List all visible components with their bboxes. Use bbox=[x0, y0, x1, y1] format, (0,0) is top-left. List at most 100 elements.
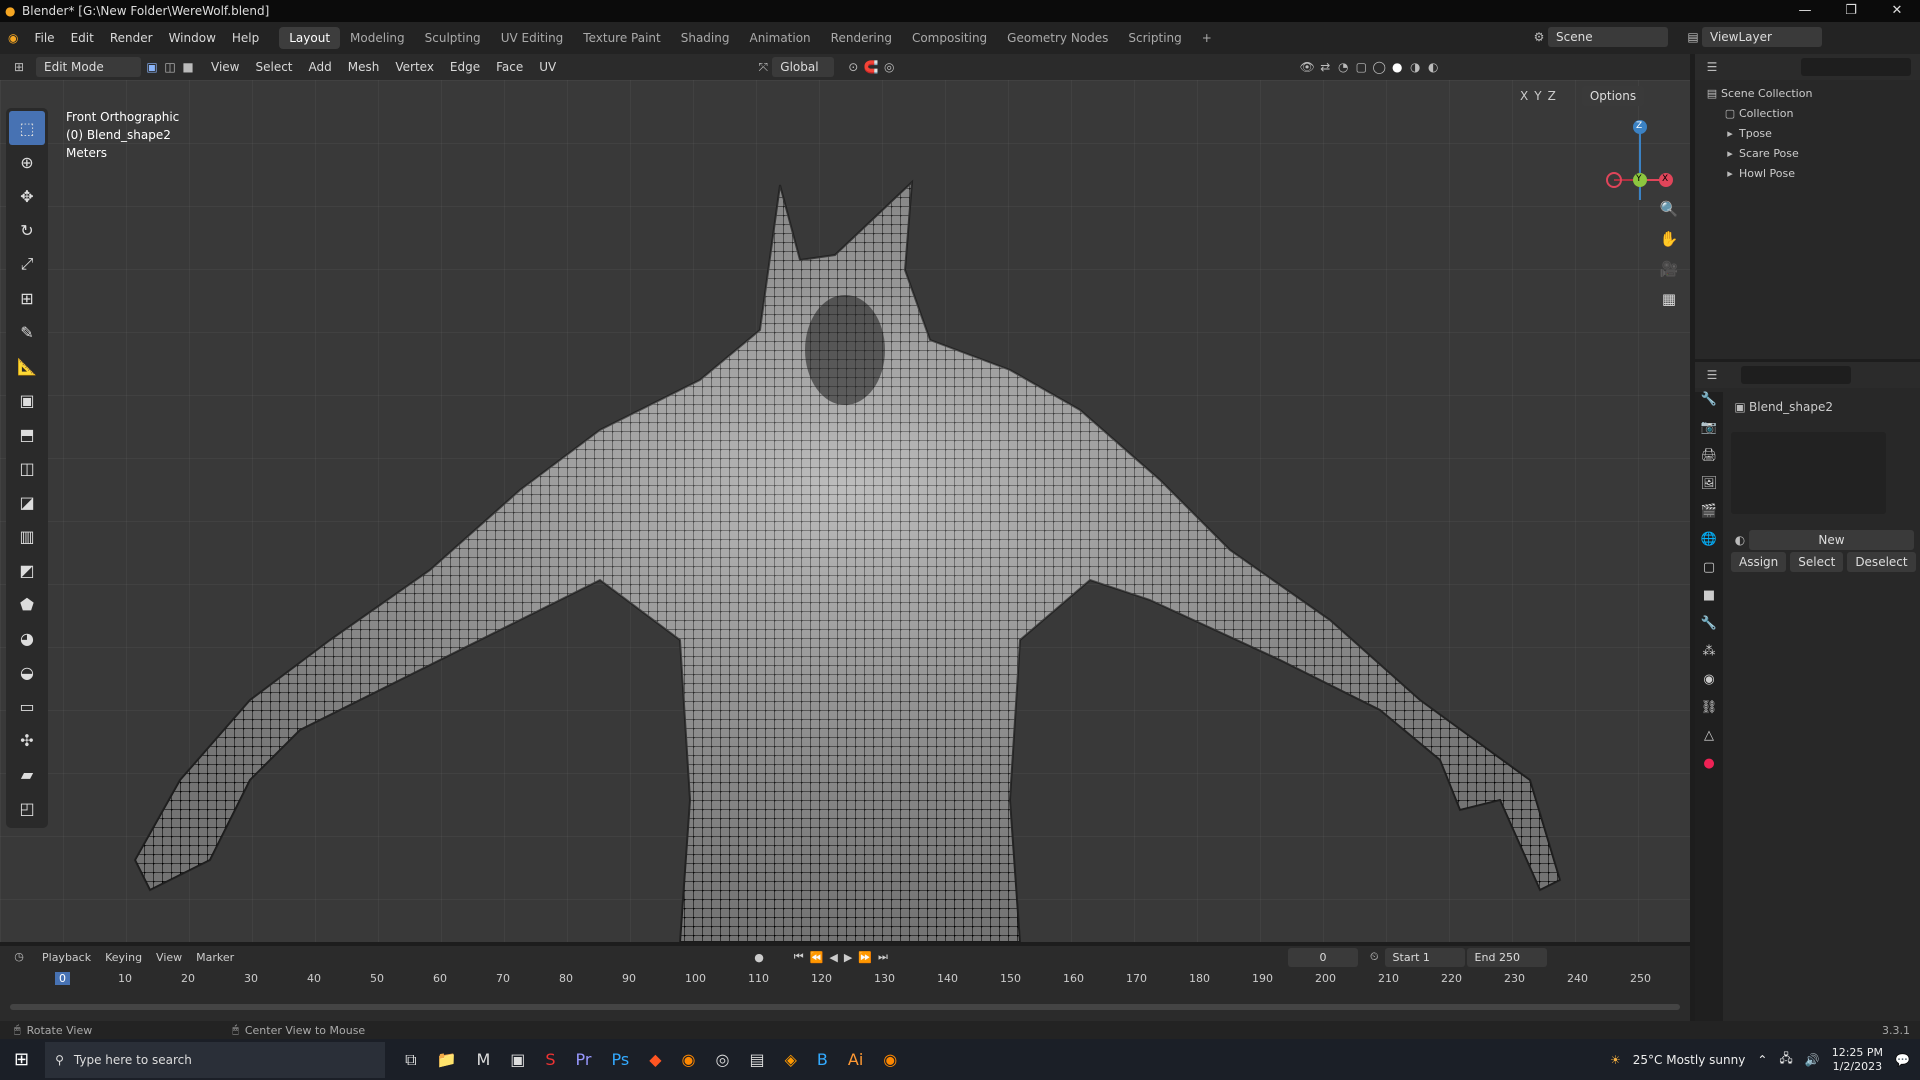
orientation-selector[interactable]: Global bbox=[772, 57, 835, 77]
mirror-z-toggle[interactable]: Z bbox=[1548, 89, 1556, 103]
clock[interactable]: 12:25 PM 1/2/2023 bbox=[1832, 1046, 1883, 1074]
tab-geometry-nodes[interactable]: Geometry Nodes bbox=[997, 27, 1118, 49]
data-tab-icon[interactable]: △ bbox=[1695, 728, 1723, 756]
photoshop-icon[interactable]: Ps bbox=[612, 1050, 630, 1069]
visibility-icon[interactable]: 👁 bbox=[1298, 58, 1316, 76]
proportional-edit-icon[interactable]: ◎ bbox=[880, 58, 898, 76]
current-frame-field[interactable]: 0 bbox=[1287, 947, 1358, 967]
tab-layout[interactable]: Layout bbox=[279, 27, 341, 49]
timeline-view-menu[interactable]: View bbox=[156, 951, 182, 964]
render-tab-icon[interactable]: 📷 bbox=[1695, 420, 1723, 448]
vp-menu-edge[interactable]: Edge bbox=[442, 60, 488, 74]
3d-viewport[interactable]: ⬚ ⊕ ✥ ↻ ⤢ ⊞ ✎ 📐 ▣ ⬒ ◫ ◪ ▥ ◩ ⬟ ◕ ◒ ▭ ✣ ▰ … bbox=[0, 80, 1690, 942]
close-button[interactable]: ✕ bbox=[1874, 0, 1920, 22]
add-workspace-button[interactable]: + bbox=[1192, 27, 1222, 49]
tab-sculpting[interactable]: Sculpting bbox=[415, 27, 491, 49]
blender-app-icon[interactable]: ◉ bbox=[682, 1050, 696, 1069]
pivot-icon[interactable]: ⊙ bbox=[844, 58, 862, 76]
vp-menu-uv[interactable]: UV bbox=[531, 60, 564, 74]
world-tab-icon[interactable]: 🌐 bbox=[1695, 532, 1723, 560]
app-photo-icon[interactable]: ▣ bbox=[510, 1050, 525, 1069]
outliner-item-scare-pose[interactable]: ▸ Scare Pose bbox=[1703, 144, 1912, 164]
mirror-x-toggle[interactable]: X bbox=[1520, 89, 1528, 103]
keying-menu[interactable]: Keying bbox=[105, 951, 142, 964]
menu-help[interactable]: Help bbox=[224, 31, 267, 45]
tab-rendering[interactable]: Rendering bbox=[821, 27, 902, 49]
select-button[interactable]: Select bbox=[1790, 552, 1844, 572]
navigation-gizmo[interactable]: Z Y X bbox=[1600, 110, 1680, 206]
network-icon[interactable]: 🖧 bbox=[1779, 1049, 1792, 1070]
play-reverse-icon[interactable]: ◀ bbox=[829, 951, 837, 964]
next-keyframe-icon[interactable]: ⏩ bbox=[858, 951, 872, 964]
end-frame-field[interactable]: End 250 bbox=[1466, 947, 1547, 967]
pan-hand-icon[interactable]: ✋ bbox=[1655, 230, 1683, 260]
tab-animation[interactable]: Animation bbox=[739, 27, 820, 49]
taskbar-search-box[interactable]: ⚲ Type here to search bbox=[45, 1041, 386, 1078]
face-select-icon[interactable]: ■ bbox=[179, 58, 197, 76]
tab-modeling[interactable]: Modeling bbox=[340, 27, 415, 49]
minimize-button[interactable]: — bbox=[1782, 0, 1828, 22]
outliner-item-tpose[interactable]: ▸ Tpose bbox=[1703, 124, 1912, 144]
play-icon[interactable]: ▶ bbox=[844, 951, 852, 964]
grid-ortho-icon[interactable]: ▦ bbox=[1655, 290, 1683, 320]
scene-tab-icon[interactable]: 🎬 bbox=[1695, 504, 1723, 532]
menu-window[interactable]: Window bbox=[161, 31, 224, 45]
prev-keyframe-icon[interactable]: ⏪ bbox=[810, 951, 824, 964]
zoom-icon[interactable]: 🔍 bbox=[1655, 200, 1683, 230]
gizmo-toggle-icon[interactable]: ⇄ bbox=[1316, 58, 1334, 76]
volume-icon[interactable]: 🔊 bbox=[1805, 1053, 1820, 1067]
app-s-icon[interactable]: S bbox=[545, 1050, 555, 1069]
vp-menu-view[interactable]: View bbox=[203, 60, 247, 74]
jump-end-icon[interactable]: ⏭ bbox=[878, 950, 888, 964]
record-icon[interactable]: ● bbox=[754, 951, 764, 964]
properties-type-icon[interactable]: ☰ bbox=[1703, 366, 1721, 384]
material-tab-icon[interactable]: ● bbox=[1695, 756, 1723, 784]
edge-select-icon[interactable]: ◫ bbox=[161, 58, 179, 76]
playback-menu[interactable]: Playback bbox=[42, 951, 91, 964]
blender-active-icon[interactable]: ◉ bbox=[883, 1050, 897, 1069]
material-shading-icon[interactable]: ◑ bbox=[1406, 58, 1424, 76]
vp-menu-add[interactable]: Add bbox=[301, 60, 340, 74]
editor-type-icon[interactable]: ⊞ bbox=[10, 58, 28, 76]
new-material-button[interactable]: New bbox=[1749, 530, 1914, 550]
xray-icon[interactable]: ▢ bbox=[1352, 58, 1370, 76]
menu-render[interactable]: Render bbox=[102, 31, 161, 45]
menu-edit[interactable]: Edit bbox=[63, 31, 102, 45]
assign-button[interactable]: Assign bbox=[1731, 552, 1787, 572]
notifications-icon[interactable]: 💬 bbox=[1895, 1053, 1910, 1067]
app-b-icon[interactable]: B bbox=[817, 1050, 828, 1069]
wireframe-shading-icon[interactable]: ◯ bbox=[1370, 58, 1388, 76]
vp-menu-mesh[interactable]: Mesh bbox=[340, 60, 388, 74]
outliner-scene-collection[interactable]: ▤ Scene Collection bbox=[1703, 84, 1912, 104]
restore-button[interactable]: ❐ bbox=[1828, 0, 1874, 22]
menu-file[interactable]: File bbox=[26, 31, 62, 45]
modifier-tab-icon[interactable]: 🔧 bbox=[1695, 616, 1723, 644]
tray-chevron-icon[interactable]: ⌃ bbox=[1757, 1053, 1767, 1067]
rendered-shading-icon[interactable]: ◐ bbox=[1424, 58, 1442, 76]
tab-uv-editing[interactable]: UV Editing bbox=[491, 27, 574, 49]
material-slot-list[interactable] bbox=[1731, 432, 1886, 514]
tab-texture-paint[interactable]: Texture Paint bbox=[573, 27, 670, 49]
marker-menu[interactable]: Marker bbox=[196, 951, 234, 964]
properties-search-input[interactable] bbox=[1741, 366, 1851, 384]
viewlayer-selector[interactable]: ViewLayer bbox=[1702, 27, 1822, 47]
deselect-button[interactable]: Deselect bbox=[1847, 552, 1916, 572]
app-box-icon[interactable]: ▤ bbox=[749, 1050, 764, 1069]
timeline-scrollbar[interactable] bbox=[10, 1004, 1680, 1010]
collection-tab-icon[interactable]: ▢ bbox=[1695, 560, 1723, 588]
snap-icon[interactable]: 🧲 bbox=[862, 58, 880, 76]
particles-tab-icon[interactable]: ⁂ bbox=[1695, 644, 1723, 672]
frame-ruler[interactable]: 0 10 20 30 40 50 60 70 80 90 100 110 120 130 140 150 160… bbox=[0, 968, 1690, 990]
tab-shading[interactable]: Shading bbox=[671, 27, 740, 49]
start-frame-field[interactable]: Start 1 bbox=[1384, 947, 1465, 967]
outliner-search-input[interactable] bbox=[1801, 58, 1911, 76]
file-explorer-icon[interactable]: 📁 bbox=[437, 1050, 457, 1069]
app-m-icon[interactable]: M bbox=[476, 1050, 490, 1069]
scene-selector[interactable]: Scene bbox=[1548, 27, 1668, 47]
weather-label[interactable]: 25°C Mostly sunny bbox=[1633, 1053, 1746, 1067]
view-layer-tab-icon[interactable]: 🖼 bbox=[1695, 476, 1723, 504]
options-dropdown[interactable]: Options bbox=[1581, 86, 1645, 106]
app-circle-icon[interactable]: ◎ bbox=[715, 1050, 729, 1069]
vp-menu-select[interactable]: Select bbox=[247, 60, 300, 74]
illustrator-icon[interactable]: Ai bbox=[848, 1050, 863, 1069]
